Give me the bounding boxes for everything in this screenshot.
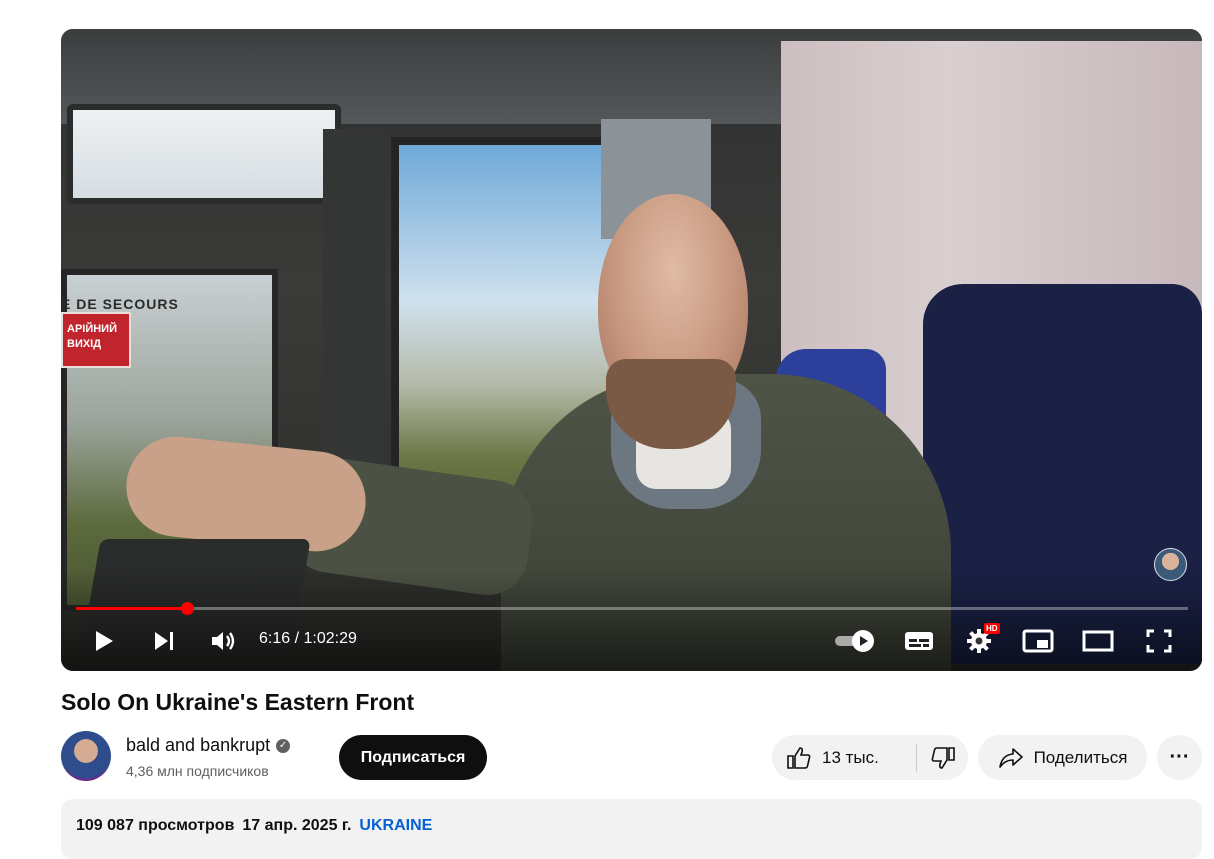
hd-badge: HD [984,623,1000,634]
publish-date: 17 апр. 2025 г. [242,817,352,834]
share-button[interactable]: Поделиться [978,735,1147,780]
video-title: Solo On Ukraine's Eastern Front [61,689,415,715]
video-frame[interactable]: E DE SECOURS АРІЙНИЙ ВИХІД [61,29,1202,671]
channel-watermark-avatar[interactable] [1154,548,1187,581]
subtitles-icon [905,632,933,650]
verified-check-icon: ✓ [276,738,291,753]
next-icon [155,632,173,650]
video-scene-sign-text: E DE SECOURS [61,296,179,312]
fullscreen-icon [1146,629,1172,653]
video-scene-exit-sign: АРІЙНИЙ ВИХІД [61,312,131,368]
subscriber-count: 4,36 млн подписчиков [126,763,269,779]
volume-icon [212,632,235,650]
channel-name-row[interactable]: bald and bankrupt ✓ [126,735,291,756]
current-time: 6:16 [259,630,291,647]
channel-name[interactable]: bald and bankrupt [126,735,270,756]
autoplay-toggle-icon [835,630,874,652]
miniplayer-icon [1022,629,1054,653]
play-button[interactable] [89,623,119,659]
video-scene-window-top [67,104,341,204]
video-player[interactable]: E DE SECOURS АРІЙНИЙ ВИХІД 6:16 / 1:02:2… [61,29,1202,671]
more-actions-button[interactable]: ··· [1157,735,1202,780]
subscribe-button[interactable]: Подписаться [339,735,487,780]
autoplay-toggle[interactable] [833,623,877,659]
progress-bar[interactable] [76,602,1188,615]
play-icon [96,631,113,651]
miniplayer-button[interactable] [1021,623,1055,659]
fullscreen-button[interactable] [1143,623,1175,659]
like-dislike-group: 13 тыс. [772,735,968,780]
channel-avatar[interactable] [61,731,111,781]
subtitles-button[interactable] [903,623,935,659]
theater-mode-button[interactable] [1081,623,1115,659]
theater-icon [1082,630,1114,652]
more-icon: ··· [1169,746,1190,768]
time-separator: / [290,630,304,647]
like-button[interactable]: 13 тыс. [772,735,916,780]
next-button[interactable] [149,623,179,659]
time-display: 6:16 / 1:02:29 [259,630,357,648]
dislike-button[interactable] [917,735,968,780]
duration: 1:02:29 [303,630,357,647]
thumbs-up-icon [787,746,811,769]
view-count: 109 087 просмотров [76,817,235,834]
volume-button[interactable] [206,623,240,659]
description-meta: 109 087 просмотров 17 апр. 2025 г. UKRAI… [76,817,432,835]
share-icon [998,747,1023,768]
hashtag-link[interactable]: UKRAINE [359,817,432,835]
like-count: 13 тыс. [822,747,879,767]
progress-played [76,607,188,610]
share-label: Поделиться [1033,747,1128,767]
thumbs-down-icon [931,746,955,769]
